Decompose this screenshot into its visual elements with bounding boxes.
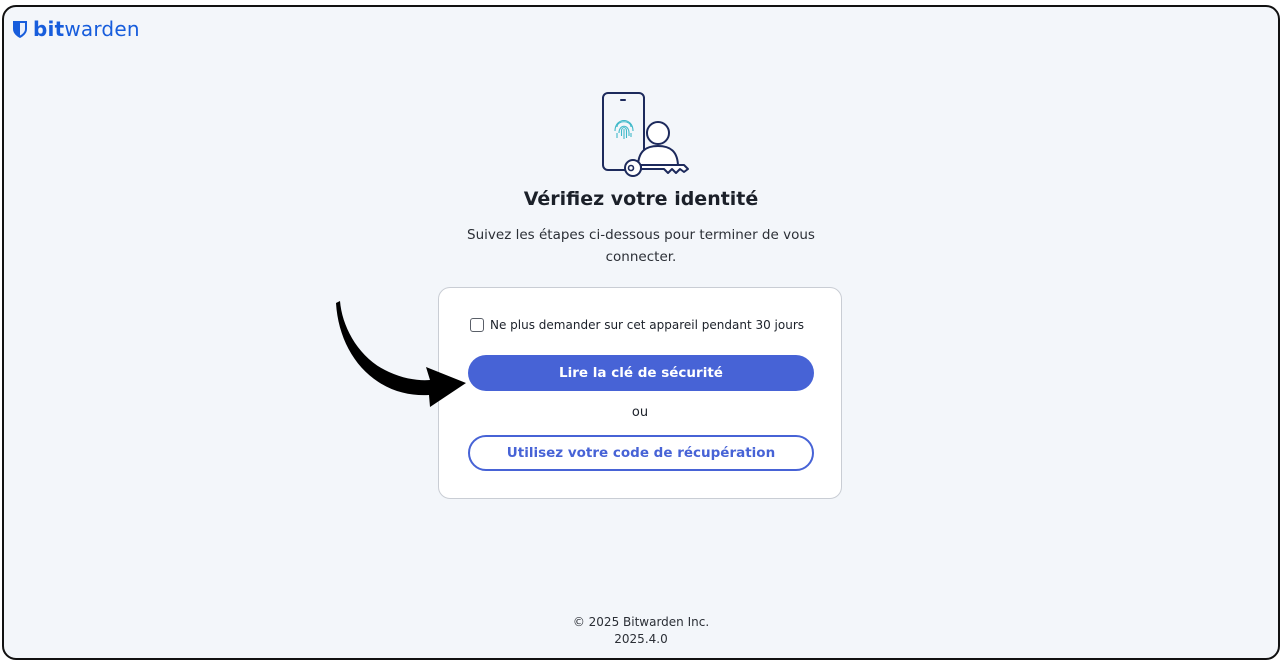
remember-device-checkbox[interactable] xyxy=(470,318,484,332)
curved-arrow-icon xyxy=(334,297,469,412)
footer: © 2025 Bitwarden Inc. 2025.4.0 xyxy=(4,614,1278,648)
page-subtitle: Suivez les étapes ci-dessous pour termin… xyxy=(467,227,815,265)
version-text: 2025.4.0 xyxy=(614,632,668,646)
phone-fingerprint-user-key-icon xyxy=(596,89,690,183)
browser-frame: bitwarden Vérifiez votre identité Suivez… xyxy=(2,5,1280,660)
logo-text-regular: warden xyxy=(64,17,140,41)
bitwarden-logo[interactable]: bitwarden xyxy=(12,17,140,41)
shield-icon xyxy=(12,20,28,39)
use-recovery-code-button[interactable]: Utilisez votre code de récupération xyxy=(468,435,814,471)
copyright-text: © 2025 Bitwarden Inc. xyxy=(572,615,710,629)
remember-device-option[interactable]: Ne plus demander sur cet appareil pendan… xyxy=(470,318,804,332)
two-step-login-card: Ne plus demander sur cet appareil pendan… xyxy=(438,287,842,499)
logo-text-bold: bit xyxy=(33,17,65,41)
page-title: Vérifiez votre identité xyxy=(523,188,759,210)
logo-wordmark: bitwarden xyxy=(33,17,140,41)
read-security-key-button[interactable]: Lire la clé de sécurité xyxy=(468,355,814,391)
or-separator: ou xyxy=(631,405,649,420)
remember-device-label: Ne plus demander sur cet appareil pendan… xyxy=(490,318,805,332)
